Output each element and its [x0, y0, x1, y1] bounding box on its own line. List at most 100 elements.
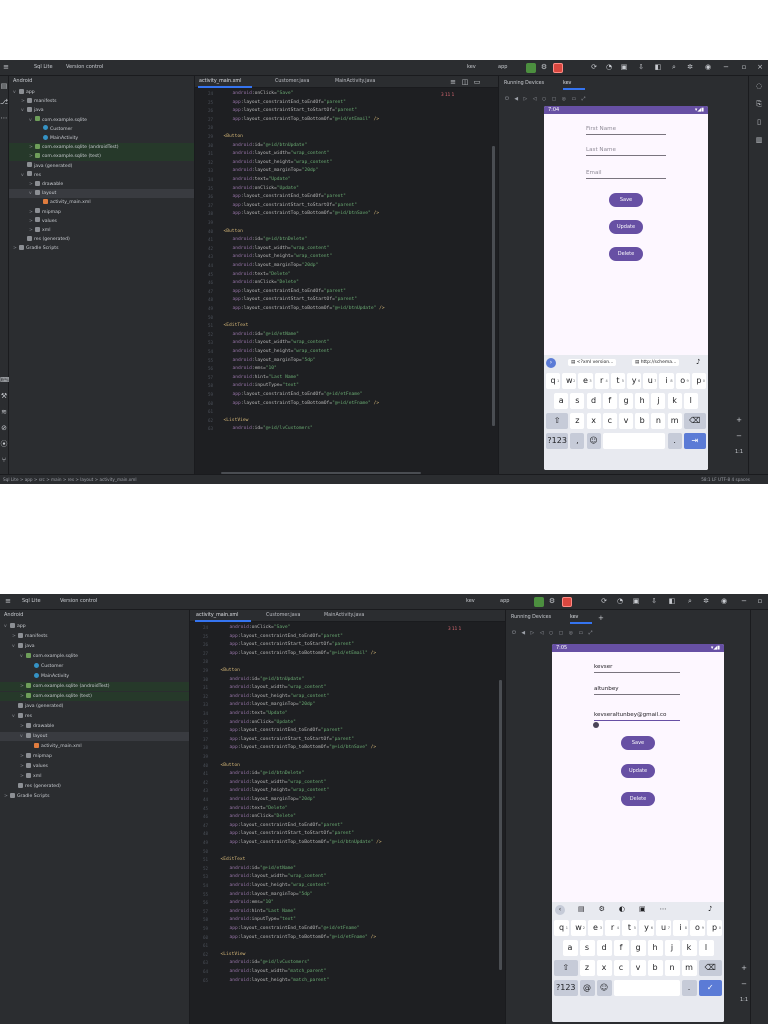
- key-m[interactable]: m: [667, 413, 682, 429]
- text-cursor-handle[interactable]: [593, 722, 599, 728]
- tab-activity-main-xml[interactable]: activity_main.xml: [196, 613, 238, 618]
- project-tree-item[interactable]: v com.example.sqlite: [0, 652, 189, 661]
- action-key[interactable]: ✓: [698, 980, 722, 996]
- key-n[interactable]: n: [651, 413, 666, 429]
- code-area[interactable]: android:onClick="Save" app:layout_constra…: [216, 622, 496, 1022]
- project-tree-item[interactable]: v com.example.sqlite: [9, 116, 194, 125]
- key-k[interactable]: k: [681, 940, 697, 956]
- zoom-in-icon[interactable]: +: [735, 416, 743, 424]
- maximize-icon[interactable]: ▫: [756, 597, 764, 605]
- tab-activity-main-xml[interactable]: activity_main.xml: [199, 79, 241, 84]
- key-t[interactable]: t5: [622, 920, 637, 936]
- sync-icon[interactable]: ⟳: [600, 597, 608, 605]
- notifications-icon[interactable]: ◌: [755, 82, 763, 90]
- key-x[interactable]: x: [586, 413, 601, 429]
- space-key[interactable]: [602, 433, 666, 449]
- device-manager-icon[interactable]: ▣: [620, 63, 628, 71]
- close-icon[interactable]: ×: [756, 63, 764, 71]
- profiler-icon[interactable]: ◔: [605, 63, 613, 71]
- project-tree-item[interactable]: > drawable: [9, 180, 194, 189]
- main-menu-icon[interactable]: ≡: [2, 63, 10, 71]
- key-j[interactable]: j: [664, 940, 680, 956]
- key-g[interactable]: g: [618, 393, 634, 409]
- delete-button[interactable]: Delete: [609, 247, 643, 261]
- project-tree-item[interactable]: > values: [0, 762, 189, 771]
- key-h[interactable]: h: [647, 940, 663, 956]
- debug-icon[interactable]: ⚙: [548, 597, 556, 605]
- app-inspection-icon[interactable]: ⦿: [0, 440, 8, 448]
- zoom-in-icon[interactable]: +: [740, 964, 748, 972]
- project-view-selector[interactable]: Android: [9, 76, 194, 86]
- keyboard-toolbar-icons[interactable]: ▤⚙◐▣⋯: [578, 905, 681, 913]
- device-selector[interactable]: kev: [466, 598, 475, 604]
- key-z[interactable]: z: [570, 413, 585, 429]
- design-view-icon[interactable]: ▭: [473, 78, 481, 86]
- layout-inspector-icon[interactable]: ◧: [654, 63, 662, 71]
- device-manager-icon[interactable]: ▣: [632, 597, 640, 605]
- add-device-icon[interactable]: +: [598, 614, 604, 622]
- key-q[interactable]: q1: [554, 920, 569, 936]
- key-l[interactable]: l: [698, 940, 714, 956]
- project-tree-item[interactable]: > Gradle Scripts: [9, 244, 194, 253]
- cursor-position[interactable]: 58:1 LF UTF-8 4 spaces: [701, 475, 750, 484]
- key-p[interactable]: p0: [691, 373, 706, 389]
- project-tree-item[interactable]: v app: [0, 622, 189, 631]
- key-e[interactable]: e3: [588, 920, 603, 936]
- search-icon[interactable]: ⌕: [670, 63, 678, 71]
- key-j[interactable]: j: [651, 393, 666, 409]
- key-n[interactable]: n: [664, 960, 680, 976]
- key-r[interactable]: r4: [605, 920, 620, 936]
- sync-icon[interactable]: ⟳: [590, 63, 598, 71]
- account-icon[interactable]: ◉: [704, 63, 712, 71]
- action-key[interactable]: ⇥: [683, 433, 706, 449]
- project-tree-item[interactable]: > com.example.sqlite (test): [9, 152, 194, 162]
- keyboard-collapse-icon[interactable]: ‹: [555, 905, 565, 915]
- email-input[interactable]: kevseraltunbey@gmail.co: [594, 712, 680, 721]
- gradle-icon[interactable]: ⎘: [755, 100, 763, 108]
- run-button[interactable]: [526, 63, 536, 73]
- project-name-dropdown[interactable]: Sql Lite: [22, 598, 41, 604]
- zoom-out-icon[interactable]: −: [740, 980, 748, 988]
- project-tree-item[interactable]: v res: [9, 171, 194, 180]
- key-h[interactable]: h: [635, 393, 650, 409]
- key-f[interactable]: f: [602, 393, 617, 409]
- more-tools-icon[interactable]: ⋯: [0, 114, 8, 122]
- emulator-screen[interactable]: 7:04 ▾◢▮ First Name Last Name Email Save…: [544, 106, 708, 470]
- project-tree-item[interactable]: > com.example.sqlite (test): [0, 692, 189, 701]
- project-tree-item[interactable]: > mipmap: [9, 208, 194, 217]
- tab-customer-java[interactable]: Customer.java: [266, 613, 300, 618]
- project-tree-item[interactable]: activity_main.xml: [9, 198, 194, 207]
- device-explorer-icon[interactable]: ▯: [755, 118, 763, 126]
- key-v[interactable]: v: [618, 413, 634, 429]
- stop-button[interactable]: [562, 597, 572, 607]
- editor-scrollbar[interactable]: [499, 680, 502, 970]
- project-tree-item[interactable]: v layout: [0, 732, 189, 741]
- key-c[interactable]: c: [602, 413, 617, 429]
- account-icon[interactable]: ◉: [720, 597, 728, 605]
- run-button[interactable]: [534, 597, 544, 607]
- key-i[interactable]: i8: [659, 373, 674, 389]
- key-i[interactable]: i8: [673, 920, 688, 936]
- key-v[interactable]: v: [630, 960, 646, 976]
- zoom-out-icon[interactable]: −: [735, 432, 743, 440]
- update-button[interactable]: Update: [609, 220, 643, 234]
- emulator-controls[interactable]: ⏻ ◀ ▷ ◁ ○ ▢ ◎ ▭ ⤢: [505, 96, 587, 102]
- project-tool-icon[interactable]: ▤: [0, 82, 8, 90]
- search-icon[interactable]: ⌕: [686, 597, 694, 605]
- project-tree-item[interactable]: > manifests: [9, 97, 194, 106]
- comma-key[interactable]: ,: [570, 433, 585, 449]
- device-selector[interactable]: kev: [467, 64, 476, 70]
- project-tree-item[interactable]: java (generated): [0, 702, 189, 711]
- save-button[interactable]: Save: [621, 736, 655, 750]
- key-p[interactable]: p0: [707, 920, 722, 936]
- key-z[interactable]: z: [579, 960, 595, 976]
- split-view-icon[interactable]: ◫: [461, 78, 469, 86]
- project-tree-item[interactable]: v java: [0, 642, 189, 651]
- emoji-key[interactable]: ☺: [596, 980, 612, 996]
- project-tree-item[interactable]: > xml: [0, 772, 189, 781]
- project-tree-item[interactable]: res (generated): [0, 782, 189, 791]
- project-tree-item[interactable]: v res: [0, 712, 189, 721]
- running-devices-icon[interactable]: ▥: [755, 136, 763, 144]
- emulator-screen[interactable]: 7:05 ▾◢▮ kevser altunbey kevseraltunbey@…: [552, 644, 724, 1022]
- emulator-controls[interactable]: ⏻ ◀ ▷ ◁ ○ ▢ ◎ ▭ ⤢: [512, 630, 594, 636]
